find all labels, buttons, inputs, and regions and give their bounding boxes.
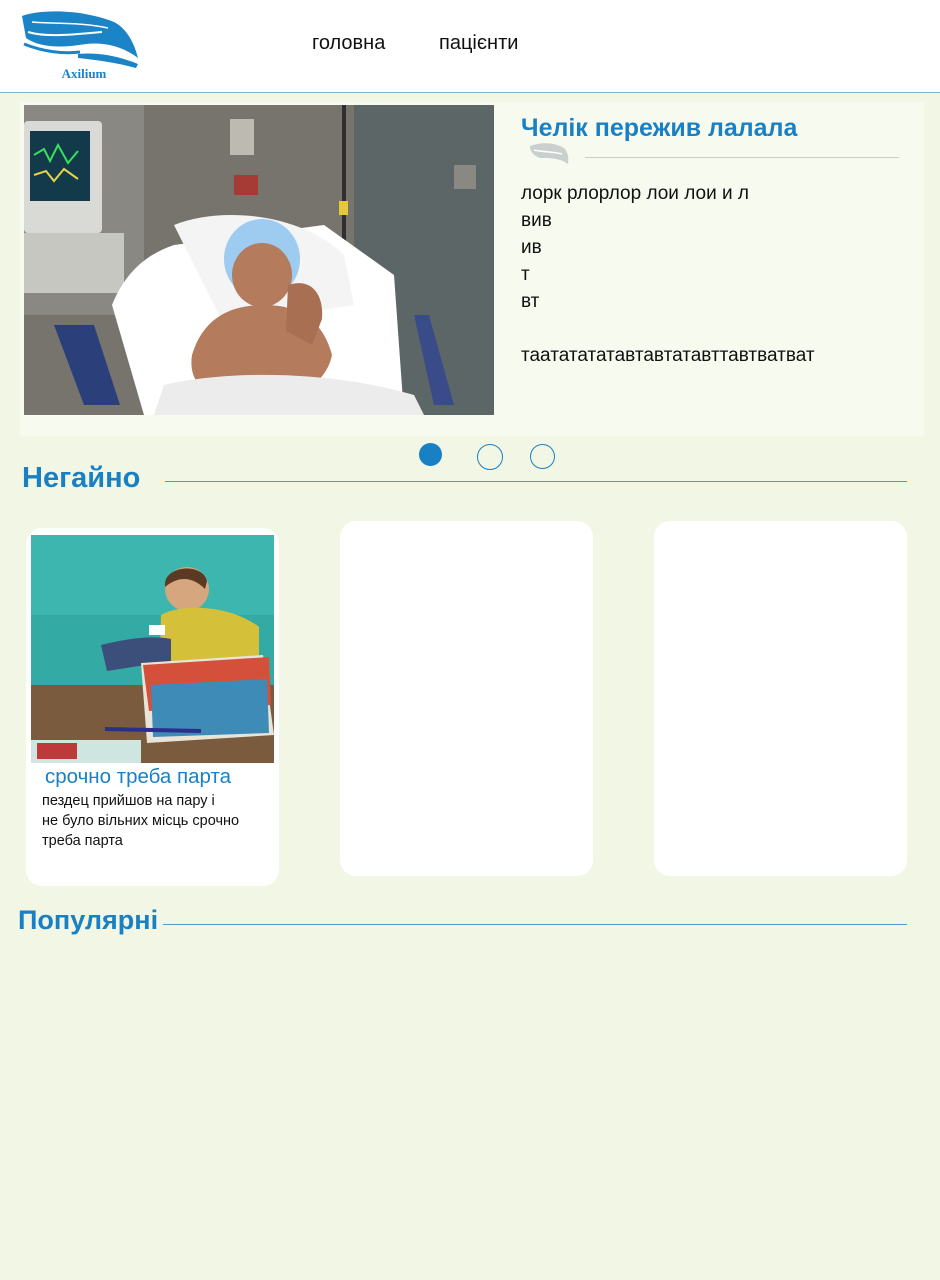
hero-body-line: таататататавтавтатавттавтватват bbox=[521, 345, 815, 366]
carousel-dots bbox=[0, 443, 940, 471]
hero-body-line: вив bbox=[521, 210, 552, 231]
hero-title-divider bbox=[585, 157, 899, 158]
carousel-dot-3[interactable] bbox=[530, 444, 555, 469]
popular-section-title: Популярні bbox=[18, 905, 159, 935]
carousel-dot-1[interactable] bbox=[419, 443, 442, 466]
nav-patients[interactable]: пацієнти bbox=[439, 32, 518, 55]
featured-slide[interactable]: Челік пережив лалала лорк рлорлор лои ло… bbox=[20, 102, 924, 436]
hero-body-line: вт bbox=[521, 291, 540, 312]
urgent-section-divider bbox=[165, 481, 907, 482]
patient-photo-illustration bbox=[24, 105, 494, 415]
urgent-card-2[interactable] bbox=[340, 521, 593, 876]
hero-body-line: ив bbox=[521, 237, 542, 258]
card-text: пездец прийшов на пару і не було вільних… bbox=[42, 791, 267, 851]
card-text-line: не було вільних місць срочно bbox=[42, 813, 240, 829]
hero-body-line: т bbox=[521, 264, 530, 285]
hero-photo bbox=[24, 105, 494, 415]
axilium-logo[interactable]: Axilium bbox=[18, 8, 142, 84]
urgent-section-title: Негайно bbox=[22, 462, 141, 494]
nav-home[interactable]: головна bbox=[312, 32, 385, 55]
wing-icon bbox=[530, 143, 569, 164]
hero-title[interactable]: Челік пережив лалала bbox=[521, 114, 797, 143]
hero-body: лорк рлорлор лои лои и л вив ив т вт таа… bbox=[521, 180, 815, 369]
card-text-line: пездец прийшов на пару і bbox=[42, 793, 215, 809]
popular-section-divider bbox=[163, 924, 907, 925]
site-header: Axilium головна пацієнти bbox=[0, 0, 940, 93]
hero-body-line bbox=[521, 315, 815, 342]
hero-body-line: лорк рлорлор лои лои и л bbox=[521, 183, 749, 204]
card-photo bbox=[31, 535, 274, 763]
carousel-dot-2[interactable] bbox=[477, 444, 503, 470]
card-text-line: треба парта bbox=[42, 833, 123, 849]
logo-text: Axilium bbox=[61, 66, 107, 81]
student-photo-illustration bbox=[31, 535, 274, 763]
urgent-card-3[interactable] bbox=[654, 521, 907, 876]
card-title[interactable]: срочно треба парта bbox=[45, 765, 231, 789]
urgent-card-1[interactable]: срочно треба парта пездец прийшов на пар… bbox=[26, 528, 279, 886]
